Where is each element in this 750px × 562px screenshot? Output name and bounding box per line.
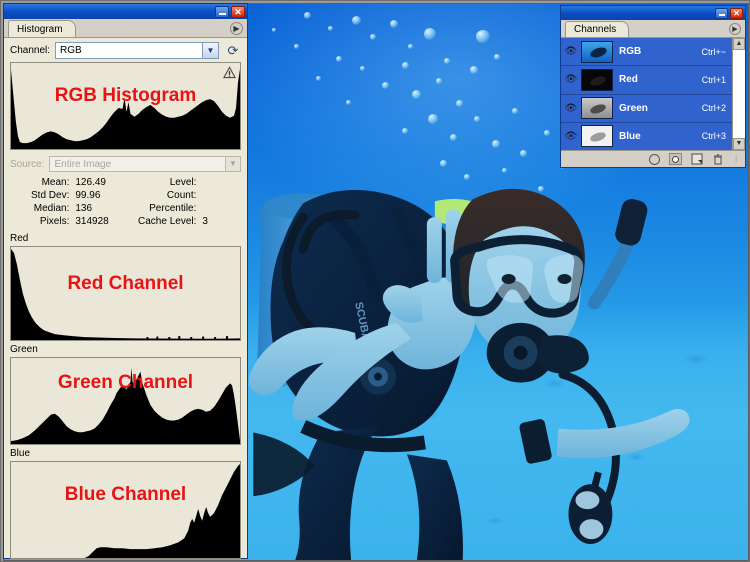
- tab-channels[interactable]: Channels: [565, 21, 630, 37]
- stat-label-2: Count:: [166, 190, 197, 201]
- stat-label: Mean:: [41, 177, 70, 188]
- histogram-title-bar[interactable]: ✕: [4, 4, 247, 19]
- tab-histogram[interactable]: Histogram: [8, 20, 76, 37]
- tab-channels-label: Channels: [574, 24, 617, 35]
- histogram-tab-row[interactable]: Histogram ▶: [4, 19, 247, 38]
- red-channel-plot[interactable]: Red Channel: [10, 246, 241, 341]
- channel-label: Channel:: [10, 45, 51, 56]
- table-row: Std Dev: 99.96 Count:: [10, 189, 241, 202]
- stat-value: 126.49: [75, 177, 106, 188]
- eye-visibility-icon[interactable]: 👁: [561, 131, 581, 142]
- source-value: Entire Image: [54, 158, 112, 170]
- stat-label-2: Level:: [169, 177, 197, 188]
- stat-label-2: Percentile:: [149, 203, 197, 214]
- source-chevron-down-icon: ▼: [225, 157, 240, 171]
- channel-thumbnail-red: [581, 68, 613, 91]
- screenshot-root: SCUBAPRO ✕ Histogram ▶ Channel: RGB ▼ ⟳ …: [0, 0, 750, 562]
- green-channel-plot[interactable]: Green Channel: [10, 357, 241, 445]
- refresh-icon[interactable]: ⟳: [225, 43, 241, 59]
- load-channel-as-selection-icon[interactable]: [649, 153, 660, 165]
- stat-value-2: 3: [202, 216, 208, 227]
- stat-label-2: Cache Level:: [138, 216, 197, 227]
- red-channel-label: Red: [10, 233, 29, 244]
- close-icon[interactable]: ✕: [730, 7, 743, 19]
- stat-value-2: [199, 176, 241, 189]
- chevron-down-icon[interactable]: ▼: [202, 43, 218, 58]
- red-channel-overlay-text: Red Channel: [67, 273, 184, 294]
- channel-value: RGB: [60, 45, 82, 56]
- channel-rows[interactable]: 👁 RGB Ctrl+~ 👁 Red Ctrl+1 👁 Green Ctrl+2…: [561, 38, 732, 150]
- channel-row-blue[interactable]: 👁 Blue Ctrl+3: [561, 122, 732, 150]
- stat-value: 99.96: [75, 190, 101, 201]
- blue-channel-overlay-text: Blue Channel: [64, 484, 187, 505]
- channel-shortcut: Ctrl+2: [701, 103, 726, 114]
- channels-panel[interactable]: ✕ Channels ▶ 👁 RGB Ctrl+~ 👁 Red Ctrl+1 👁…: [560, 5, 746, 168]
- channel-thumbnail-rgb: [581, 40, 613, 63]
- scroll-up-icon[interactable]: ▲: [733, 38, 745, 50]
- channel-shortcut: Ctrl+3: [701, 131, 726, 142]
- stat-label: Median:: [33, 203, 70, 214]
- source-dropdown[interactable]: Entire Image ▼: [49, 156, 241, 172]
- green-channel-section: Green Green Channel: [4, 341, 247, 445]
- channel-name: Green: [619, 102, 648, 114]
- minimize-icon[interactable]: [715, 7, 728, 19]
- blue-channel-label: Blue: [10, 448, 31, 459]
- stat-value: 136: [75, 203, 93, 214]
- save-selection-as-channel-icon[interactable]: [669, 153, 682, 165]
- resize-grip-icon[interactable]: ⁞: [735, 155, 742, 164]
- rgb-histogram-plot[interactable]: RGB Histogram: [10, 62, 241, 150]
- palette-menu-icon[interactable]: ▶: [230, 22, 243, 35]
- eye-visibility-icon[interactable]: 👁: [561, 46, 581, 57]
- channel-thumbnail-blue: [581, 125, 613, 148]
- channel-name: RGB: [619, 46, 642, 58]
- histogram-panel[interactable]: ✕ Histogram ▶ Channel: RGB ▼ ⟳ RGB Histo…: [3, 3, 248, 559]
- channel-dropdown[interactable]: RGB ▼: [55, 42, 219, 59]
- channel-row-green[interactable]: 👁 Green Ctrl+2: [561, 94, 732, 123]
- channels-list-area[interactable]: 👁 RGB Ctrl+~ 👁 Red Ctrl+1 👁 Green Ctrl+2…: [561, 38, 745, 150]
- warning-triangle-icon[interactable]: [223, 66, 236, 79]
- green-channel-overlay-text: Green Channel: [57, 372, 194, 393]
- close-icon[interactable]: ✕: [231, 5, 245, 18]
- stat-label: Pixels:: [39, 216, 70, 227]
- source-row: Source: Entire Image ▼: [4, 150, 247, 174]
- statistics-table: Mean: 126.49 Level: Std Dev: 99.96 Count…: [4, 174, 247, 232]
- tab-histogram-label: Histogram: [17, 24, 63, 35]
- red-channel-section: Red Red Channel: [4, 232, 247, 341]
- rgb-histogram-overlay-text: RGB Histogram: [54, 85, 197, 106]
- blue-channel-plot[interactable]: Blue Channel: [10, 461, 241, 559]
- blue-channel-curve: [11, 463, 240, 558]
- channels-footer-toolbar[interactable]: ⁞: [561, 150, 745, 167]
- palette-menu-icon[interactable]: ▶: [729, 23, 741, 35]
- channels-scrollbar[interactable]: ▲ ▼: [732, 38, 745, 150]
- delete-channel-icon[interactable]: [712, 153, 724, 165]
- statistics-rows: Mean: 126.49 Level: Std Dev: 99.96 Count…: [10, 176, 241, 228]
- eye-visibility-icon[interactable]: 👁: [561, 74, 581, 85]
- channel-shortcut: Ctrl+1: [701, 74, 726, 85]
- green-channel-curve: [11, 367, 240, 444]
- channel-shortcut: Ctrl+~: [701, 46, 726, 57]
- channel-row-red[interactable]: 👁 Red Ctrl+1: [561, 66, 732, 95]
- channel-row-rgb[interactable]: 👁 RGB Ctrl+~: [561, 38, 732, 67]
- stat-label: Std Dev:: [31, 190, 70, 201]
- green-channel-label: Green: [10, 344, 38, 355]
- stat-value: 314928: [75, 216, 109, 227]
- eye-visibility-icon[interactable]: 👁: [561, 103, 581, 114]
- scroll-down-icon[interactable]: ▼: [733, 138, 745, 150]
- table-row: Pixels: 314928 Cache Level: 3: [10, 215, 241, 228]
- channel-name: Blue: [619, 130, 641, 142]
- channels-title-bar[interactable]: ✕: [561, 6, 745, 20]
- blue-channel-section: Blue Blue Channel: [4, 445, 247, 561]
- table-row: Median: 136 Percentile:: [10, 202, 241, 215]
- table-row: Mean: 126.49 Level:: [10, 176, 241, 189]
- source-label: Source:: [10, 158, 45, 170]
- minimize-icon[interactable]: [215, 5, 229, 18]
- new-channel-icon[interactable]: [691, 153, 703, 165]
- channel-selector-row[interactable]: Channel: RGB ▼ ⟳: [4, 38, 247, 62]
- channel-name: Red: [619, 74, 638, 86]
- stat-value-2: [199, 189, 241, 202]
- stat-value-2: [199, 202, 241, 215]
- channels-tab-row[interactable]: Channels ▶: [561, 20, 745, 38]
- channel-thumbnail-green: [581, 97, 613, 120]
